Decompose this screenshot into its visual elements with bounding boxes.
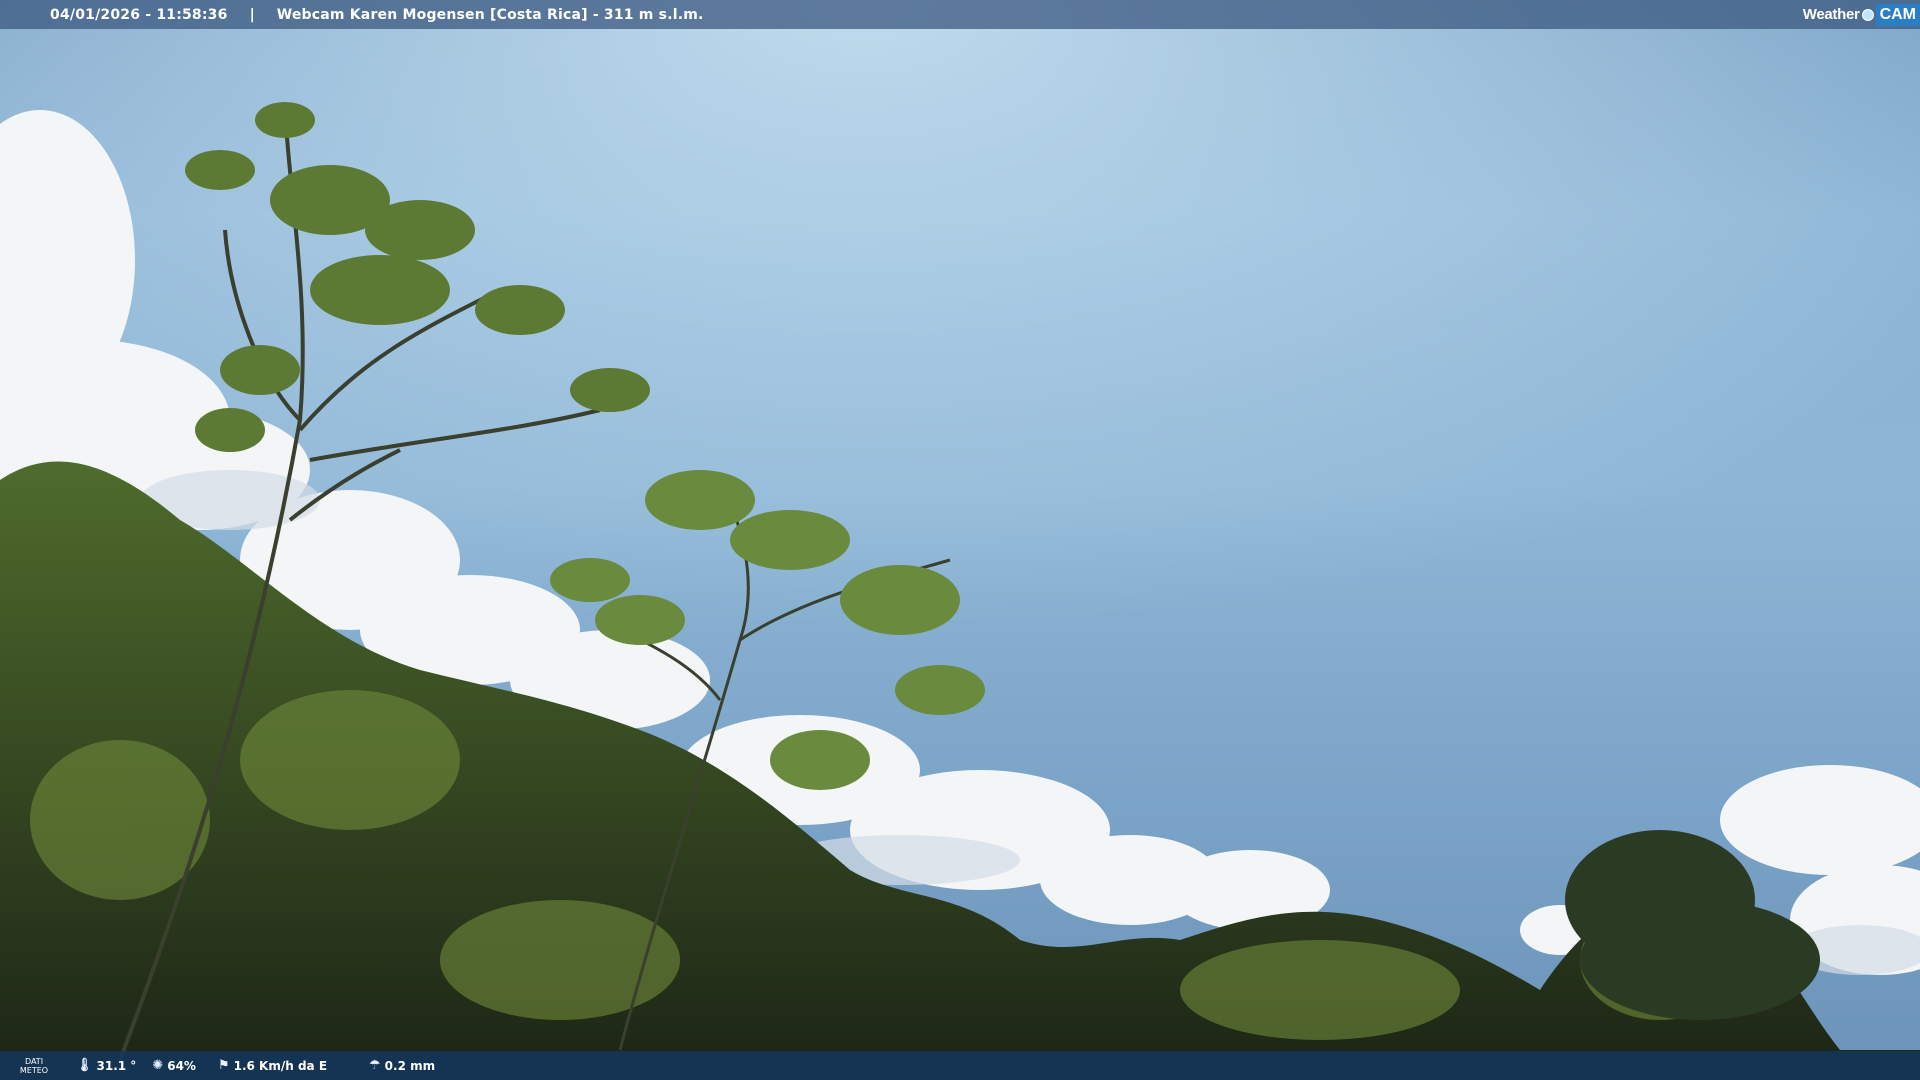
humidity-drop-icon: ✺ — [152, 1058, 164, 1073]
meteo-data-bar: DATI METEO 🌡︎ 31.1 ° ✺ 64% ⚑ 1.6 Km/h da… — [0, 1051, 1920, 1080]
meteo-label: DATI METEO — [8, 1057, 60, 1075]
timestamp: 04/01/2026 - 11:58:36 — [50, 6, 228, 23]
rain-reading: ☂ 0.2 mm — [369, 1058, 435, 1073]
logo-text-weather: Weather — [1802, 6, 1860, 23]
separator: | — [249, 6, 255, 23]
landscape-photo — [0, 0, 1920, 1080]
wind-icon: ⚑ — [217, 1058, 230, 1073]
rain-icon: ☂ — [369, 1058, 381, 1073]
weathercam-logo[interactable]: Weather CAM — [1803, 2, 1920, 27]
camera-title: Webcam Karen Mogensen [Costa Rica] - 311… — [276, 6, 704, 23]
humidity-reading: ✺ 64% — [152, 1058, 196, 1073]
temperature-value: 31.1 ° — [96, 1058, 137, 1073]
webcam-frame: 04/01/2026 - 11:58:36 | Webcam Karen Mog… — [0, 0, 1920, 1080]
logo-dot-icon — [1861, 8, 1874, 21]
meteo-label-line1: DATI — [24, 1056, 44, 1066]
logo-text-cam: CAM — [1875, 3, 1920, 26]
rain-value: 0.2 mm — [384, 1058, 436, 1073]
wind-reading: ⚑ 1.6 Km/h da E — [218, 1058, 327, 1073]
meteo-label-line2: METEO — [19, 1065, 49, 1075]
wind-value: 1.6 Km/h da E — [233, 1058, 328, 1073]
temperature-reading: 🌡︎ 31.1 ° — [76, 1058, 136, 1073]
thermometer-icon: 🌡︎ — [76, 1058, 93, 1073]
top-info-bar: 04/01/2026 - 11:58:36 | Webcam Karen Mog… — [0, 0, 1920, 29]
humidity-value: 64% — [167, 1058, 196, 1073]
